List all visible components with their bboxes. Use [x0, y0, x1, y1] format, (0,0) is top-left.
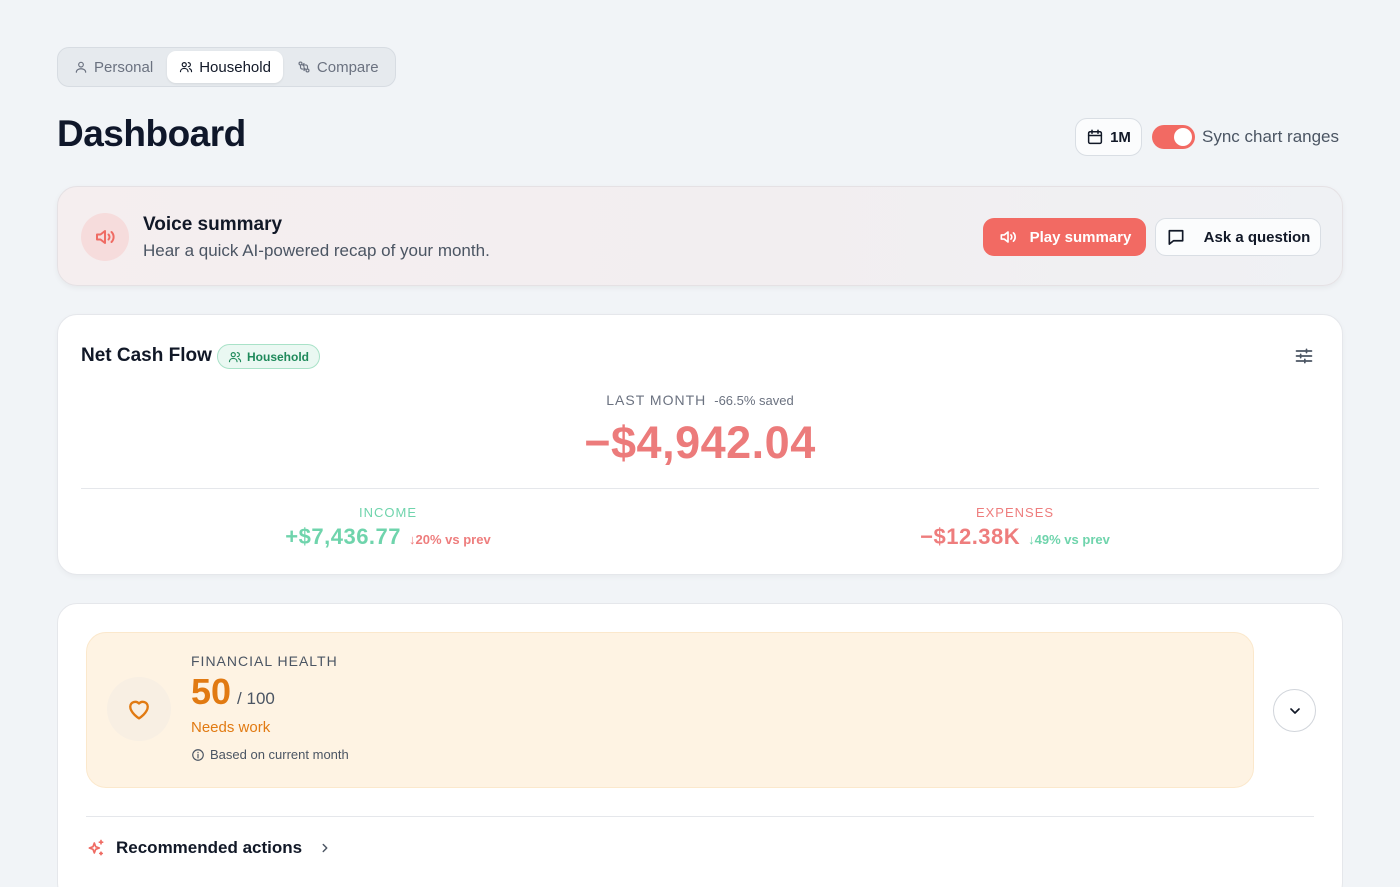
sliders-icon[interactable] [1294, 346, 1314, 366]
speaker-icon [998, 227, 1018, 247]
expenses-label: EXPENSES [975, 505, 1055, 520]
compare-icon [297, 60, 311, 74]
health-basis: Based on current month [191, 747, 349, 762]
chevron-right-icon [318, 841, 332, 855]
sparkles-icon [86, 838, 106, 858]
badge-label: Household [247, 349, 309, 364]
financial-health-label: FINANCIAL HEALTH [191, 653, 338, 669]
calendar-icon [1086, 128, 1104, 146]
voice-summary-card: Voice summary Hear a quick AI-powered re… [57, 186, 1343, 286]
tab-compare[interactable]: Compare [285, 51, 391, 83]
household-badge: Household [217, 344, 320, 369]
voice-summary-subtitle: Hear a quick AI-powered recap of your mo… [143, 241, 490, 260]
view-switcher: Personal Household Compare [57, 47, 396, 87]
voice-summary-title: Voice summary [143, 214, 283, 235]
divider [86, 816, 1314, 817]
expenses-stat: EXPENSES −$12.38K ↓49% vs prev [905, 505, 1125, 550]
financial-health-panel: FINANCIAL HEALTH 50 / 100 Needs work Bas… [86, 632, 1254, 788]
net-cash-flow-title: Net Cash Flow [81, 345, 212, 366]
expenses-value: −$12.38K [920, 524, 1021, 549]
tab-label: Personal [94, 58, 154, 76]
financial-health-card: FINANCIAL HEALTH 50 / 100 Needs work Bas… [57, 603, 1343, 887]
expenses-change: ↓49% vs prev [1028, 532, 1110, 547]
health-score: 50 [191, 671, 232, 712]
user-icon [74, 60, 88, 74]
health-score-row: 50 / 100 [191, 671, 275, 713]
range-label: 1M [1110, 128, 1131, 146]
sync-ranges-label: Sync chart ranges [1202, 127, 1340, 146]
ask-question-label: Ask a question [1203, 228, 1311, 246]
recommended-actions-label: Recommended actions [116, 838, 303, 857]
play-summary-button[interactable]: Play summary [983, 218, 1146, 256]
users-icon [179, 60, 193, 74]
ask-question-button[interactable]: Ask a question [1155, 218, 1321, 256]
chevron-down-icon [1287, 703, 1303, 719]
saved-percent: -66.5% saved [714, 393, 794, 408]
range-selector-button[interactable]: 1M [1075, 118, 1142, 156]
health-basis-text: Based on current month [210, 747, 349, 762]
net-cash-flow-value: −$4,942.04 [584, 417, 816, 468]
income-label: INCOME [359, 505, 417, 520]
period-label: LAST MONTH [606, 392, 707, 408]
play-summary-label: Play summary [1029, 228, 1132, 246]
period-line: LAST MONTH -66.5% saved [58, 392, 1342, 408]
tab-personal[interactable]: Personal [62, 51, 165, 83]
chat-icon [1166, 227, 1186, 247]
health-status: Needs work [191, 719, 271, 736]
info-icon [191, 748, 205, 762]
income-stat: INCOME +$7,436.77 ↓20% vs prev [278, 505, 498, 550]
expand-health-button[interactable] [1273, 689, 1316, 732]
heart-icon [107, 677, 171, 741]
page-title: Dashboard [57, 113, 246, 154]
income-change: ↓20% vs prev [409, 532, 491, 547]
divider [81, 488, 1319, 489]
health-score-max: / 100 [237, 689, 275, 708]
tab-household[interactable]: Household [167, 51, 283, 83]
income-value: +$7,436.77 [285, 524, 402, 549]
users-icon [228, 350, 242, 364]
sync-ranges-toggle[interactable] [1152, 125, 1195, 149]
tab-label: Compare [316, 58, 379, 76]
speaker-icon [81, 213, 129, 261]
net-cash-flow-card: Net Cash Flow Household LAST MONTH -66.5%… [57, 314, 1343, 575]
recommended-actions-link[interactable]: Recommended actions [86, 838, 332, 858]
tab-label: Household [199, 58, 271, 76]
